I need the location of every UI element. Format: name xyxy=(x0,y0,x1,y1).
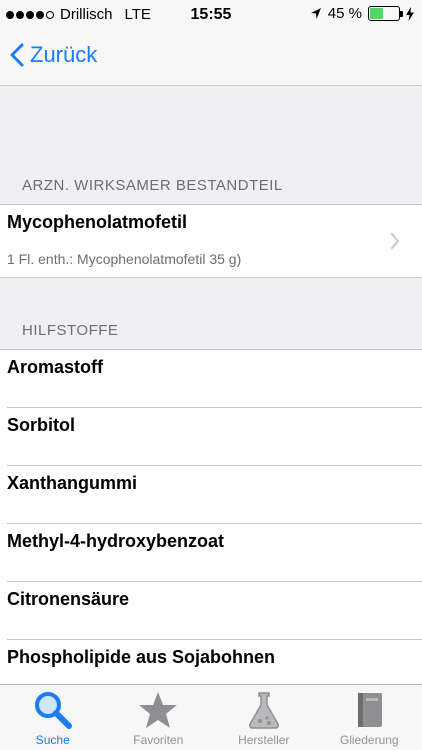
excipients-header: HILFSTOFFE xyxy=(22,322,119,339)
excipient-name: Sorbitol xyxy=(7,415,75,435)
flask-icon xyxy=(248,692,279,729)
battery-percent: 45 % xyxy=(327,5,362,22)
tab-gliederung[interactable]: Gliederung xyxy=(317,685,422,750)
tab-hersteller[interactable]: Hersteller xyxy=(211,685,317,750)
status-right: 45 % xyxy=(310,5,414,22)
tab-label: Favoriten xyxy=(133,733,184,747)
tab-favoriten[interactable]: Favoriten xyxy=(106,685,212,750)
active-ingredient-title: Mycophenolatmofetil xyxy=(7,212,188,232)
list-item: Xanthangummi xyxy=(0,466,422,524)
book-icon xyxy=(358,693,383,727)
excipient-name: Phospholipide aus Sojabohnen xyxy=(7,647,276,667)
search-icon xyxy=(34,692,72,729)
battery-icon xyxy=(368,6,403,21)
status-bar: Drillisch LTE 15:55 45 % xyxy=(0,0,422,30)
excipient-name: Aromastoff xyxy=(7,357,104,377)
location-arrow-icon xyxy=(310,8,321,19)
tab-bar: Suche Favoriten Hersteller Gliederung xyxy=(0,684,422,750)
excipient-name: Xanthangummi xyxy=(7,473,138,493)
star-icon xyxy=(139,692,178,728)
navigation-bar: Zurück xyxy=(0,30,422,86)
active-ingredient-header: ARZN. WIRKSAMER BESTANDTEIL xyxy=(22,177,283,194)
tab-label: Gliederung xyxy=(339,733,399,747)
list-item: Sorbitol xyxy=(0,408,422,466)
excipients-list: Aromastoff Sorbitol Xanthangummi Methyl-… xyxy=(0,349,422,699)
active-ingredient-cell[interactable]: Mycophenolatmofetil 1 Fl. enth.: Mycophe… xyxy=(0,205,422,277)
battery-level xyxy=(370,8,383,19)
chevron-left-icon xyxy=(10,43,24,67)
tab-suche[interactable]: Suche xyxy=(0,685,106,750)
active-ingredient-group: Mycophenolatmofetil 1 Fl. enth.: Mycophe… xyxy=(0,204,422,278)
excipient-name: Citronensäure xyxy=(7,589,130,609)
chevron-right-icon xyxy=(391,233,399,249)
tab-label: Suche xyxy=(35,733,70,747)
tab-label: Hersteller xyxy=(238,733,290,747)
excipient-name: Methyl-4-hydroxybenzoat xyxy=(7,531,225,551)
list-item: Methyl-4-hydroxybenzoat xyxy=(0,524,422,582)
back-button[interactable]: Zurück xyxy=(10,42,97,68)
back-button-label: Zurück xyxy=(30,42,98,67)
list-item: Citronensäure xyxy=(0,582,422,640)
charging-bolt-icon xyxy=(406,6,414,21)
list-item: Aromastoff xyxy=(0,350,422,408)
active-ingredient-subtitle: 1 Fl. enth.: Mycophenolatmofetil 35 g) xyxy=(7,251,242,267)
